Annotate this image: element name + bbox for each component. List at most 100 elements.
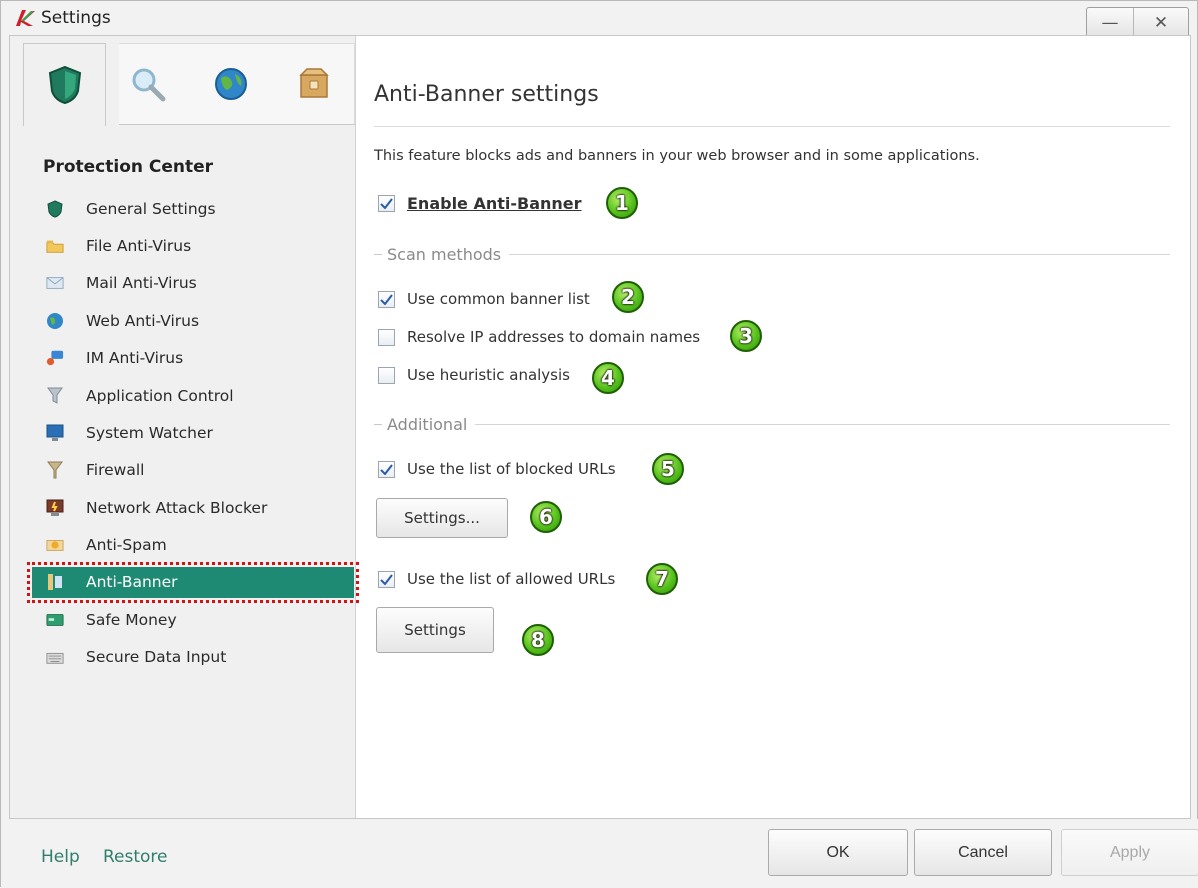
sidebar-item-label: Firewall bbox=[86, 461, 145, 480]
tab-update[interactable] bbox=[189, 43, 272, 125]
blocked-urls-settings-button[interactable]: Settings... bbox=[376, 498, 508, 538]
footer: Help Restore OK Cancel Apply bbox=[1, 819, 1198, 888]
apply-button[interactable]: Apply bbox=[1061, 829, 1198, 876]
checkbox-label: Use the list of allowed URLs bbox=[407, 570, 616, 588]
sidebar-item-safe-money[interactable]: Safe Money bbox=[32, 601, 354, 638]
checkbox-box[interactable] bbox=[378, 195, 395, 212]
sidebar-item-mail-anti-virus[interactable]: Mail Anti-Virus bbox=[32, 265, 354, 302]
sidebar-item-label: Mail Anti-Virus bbox=[86, 274, 197, 293]
callout-badge: 4 bbox=[592, 362, 624, 394]
sidebar-item-general-settings[interactable]: General Settings bbox=[32, 190, 354, 227]
use-heuristic-analysis-checkbox[interactable]: Use heuristic analysis bbox=[378, 366, 570, 384]
sidebar-item-label: IM Anti-Virus bbox=[86, 349, 184, 368]
allowed-urls-settings-button[interactable]: Settings bbox=[376, 607, 494, 653]
checkmark-icon bbox=[380, 198, 393, 209]
sidebar-item-label: Web Anti-Virus bbox=[86, 311, 200, 330]
group-line bbox=[509, 253, 1170, 255]
resolve-ip-checkbox[interactable]: Resolve IP addresses to domain names bbox=[378, 328, 700, 346]
checkbox-label: Resolve IP addresses to domain names bbox=[407, 328, 701, 346]
sidebar-item-network-attack-blocker[interactable]: Network Attack Blocker bbox=[32, 489, 354, 526]
callout-badge: 6 bbox=[530, 501, 562, 533]
sidebar-item-anti-banner[interactable]: Anti-Banner bbox=[27, 561, 359, 603]
funnel-icon bbox=[46, 387, 64, 405]
callout-badge: 5 bbox=[652, 453, 684, 485]
sidebar-item-im-anti-virus[interactable]: IM Anti-Virus bbox=[32, 340, 354, 377]
spam-icon bbox=[46, 536, 64, 554]
checkbox-box[interactable] bbox=[378, 570, 395, 588]
sidebar-item-label: Anti-Spam bbox=[86, 536, 167, 555]
group-dash bbox=[374, 253, 382, 255]
enable-anti-banner-checkbox[interactable]: Enable Anti-Banner bbox=[378, 194, 582, 213]
category-tabs bbox=[23, 43, 355, 126]
callout-badge: 1 bbox=[606, 187, 638, 219]
title-divider bbox=[374, 126, 1170, 127]
folder-icon bbox=[46, 237, 64, 255]
callout-badge: 7 bbox=[646, 563, 678, 595]
sidebar-item-label: Secure Data Input bbox=[86, 647, 227, 666]
checkbox-box[interactable] bbox=[378, 290, 395, 308]
kaspersky-logo-icon bbox=[16, 10, 35, 26]
group-scan-methods: Scan methods bbox=[374, 244, 1170, 264]
callout-badge: 8 bbox=[522, 624, 554, 656]
minimize-button[interactable]: — bbox=[1087, 8, 1133, 38]
help-link[interactable]: Help bbox=[41, 847, 80, 867]
ok-button[interactable]: OK bbox=[768, 829, 908, 876]
keyboard-icon bbox=[46, 648, 64, 666]
sidebar: Protection Center General Settings File … bbox=[10, 36, 359, 818]
group-line bbox=[475, 423, 1170, 425]
sidebar-item-system-watcher[interactable]: System Watcher bbox=[32, 414, 354, 451]
use-allowed-urls-checkbox[interactable]: Use the list of allowed URLs bbox=[378, 570, 615, 588]
sidebar-item-anti-spam[interactable]: Anti-Spam bbox=[32, 527, 354, 564]
callout-badge: 2 bbox=[612, 281, 644, 313]
tab-scan[interactable] bbox=[106, 43, 189, 125]
sidebar-item-label: Network Attack Blocker bbox=[86, 498, 268, 517]
checkbox-box[interactable] bbox=[378, 460, 395, 478]
shield-icon bbox=[46, 200, 64, 218]
tab-protection[interactable] bbox=[23, 43, 106, 126]
checkbox-label: Use the list of blocked URLs bbox=[407, 460, 616, 478]
sidebar-item-label: Safe Money bbox=[86, 610, 177, 629]
sidebar-section-title: Protection Center bbox=[43, 157, 214, 177]
sidebar-item-label: System Watcher bbox=[86, 424, 213, 443]
tab-advanced[interactable] bbox=[272, 43, 355, 125]
window-title: Settings bbox=[41, 8, 111, 28]
magnifier-icon bbox=[132, 68, 165, 102]
chat-icon bbox=[46, 349, 64, 367]
box-icon bbox=[298, 68, 329, 98]
checkmark-icon bbox=[380, 463, 393, 475]
group-label: Scan methods bbox=[387, 244, 502, 264]
use-common-banner-list-checkbox[interactable]: Use common banner list bbox=[378, 290, 590, 308]
sidebar-item-firewall[interactable]: Firewall bbox=[32, 452, 354, 489]
group-additional: Additional bbox=[374, 414, 1170, 434]
sidebar-item-application-control[interactable]: Application Control bbox=[32, 377, 354, 414]
group-dash bbox=[374, 423, 382, 425]
checkbox-box[interactable] bbox=[378, 366, 395, 384]
title-bar: Settings — ✕ bbox=[1, 1, 1197, 39]
restore-link[interactable]: Restore bbox=[103, 847, 168, 867]
sidebar-item-secure-data-input[interactable]: Secure Data Input bbox=[32, 638, 354, 675]
checkbox-label: Use heuristic analysis bbox=[407, 366, 570, 384]
checkmark-icon bbox=[380, 293, 393, 305]
checkbox-box[interactable] bbox=[378, 328, 395, 346]
checkbox-label: Use common banner list bbox=[407, 290, 590, 308]
checkmark-icon bbox=[380, 573, 393, 585]
banner-icon bbox=[46, 573, 64, 591]
checkbox-label: Enable Anti-Banner bbox=[407, 194, 582, 213]
firewall-icon bbox=[46, 461, 64, 479]
content-panel: Anti-Banner settings This feature blocks… bbox=[356, 36, 1190, 818]
feature-description: This feature blocks ads and banners in y… bbox=[374, 148, 980, 164]
cancel-button[interactable]: Cancel bbox=[914, 829, 1052, 876]
sidebar-item-file-anti-virus[interactable]: File Anti-Virus bbox=[32, 227, 354, 264]
use-blocked-urls-checkbox[interactable]: Use the list of blocked URLs bbox=[378, 460, 616, 478]
close-button[interactable]: ✕ bbox=[1133, 8, 1188, 38]
sidebar-item-label: Anti-Banner bbox=[86, 573, 178, 592]
shield-icon bbox=[48, 65, 81, 105]
sidebar-item-label: General Settings bbox=[86, 199, 216, 218]
sidebar-item-web-anti-virus[interactable]: Web Anti-Virus bbox=[32, 302, 354, 339]
callout-badge: 3 bbox=[730, 320, 762, 352]
monitor-icon bbox=[46, 424, 64, 442]
envelope-icon bbox=[46, 274, 64, 292]
settings-window: Settings — ✕ Protection Center General S… bbox=[0, 0, 1198, 888]
group-label: Additional bbox=[387, 414, 468, 434]
sidebar-nav: General Settings File Anti-Virus Mail An… bbox=[27, 190, 359, 676]
